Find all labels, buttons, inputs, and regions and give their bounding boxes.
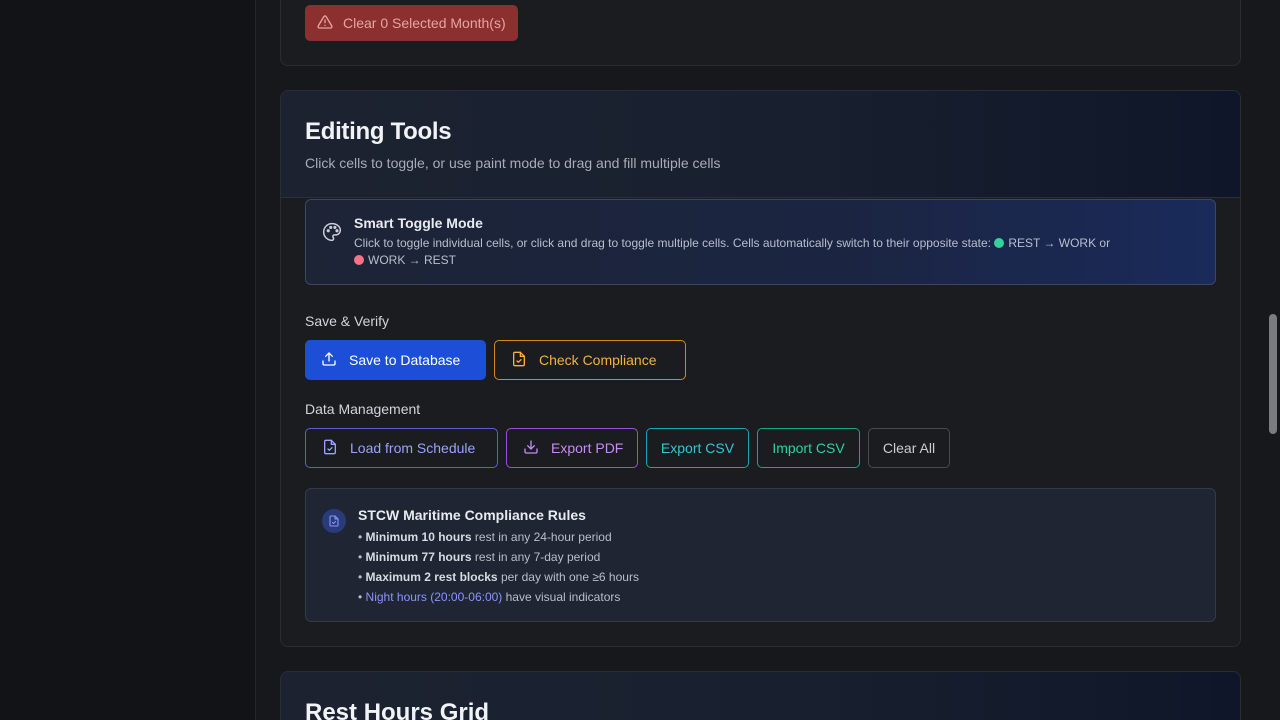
clear-all-button[interactable]: Clear All [868,428,950,468]
rest-dot-icon [994,238,1005,248]
scrollbar-thumb[interactable] [1269,314,1277,434]
sidebar [0,0,256,720]
download-icon [523,439,539,458]
compliance-rules-box: STCW Maritime Compliance Rules • Minimum… [305,488,1216,622]
smart-toggle-intro: Click to toggle individual cells, or cli… [354,236,991,250]
editing-tools-card: Editing Tools Click cells to toggle, or … [280,90,1241,647]
rule-item: • Night hours (20:00-06:00) have visual … [358,590,621,604]
document-check-icon [511,351,527,370]
smart-toggle-info: Smart Toggle Mode Click to toggle indivi… [305,199,1216,285]
load-from-schedule-label: Load from Schedule [350,440,476,456]
check-compliance-button[interactable]: Check Compliance [494,340,686,380]
check-compliance-label: Check Compliance [539,352,657,368]
rest-hours-grid-title: Rest Hours Grid [305,699,490,720]
rest-to-work-text: REST → WORK or [1008,236,1111,250]
rule-item: • Minimum 77 hours rest in any 7-day per… [358,550,601,564]
save-to-database-label: Save to Database [349,352,461,368]
import-csv-button[interactable]: Import CSV [757,428,860,468]
rule-item: • Maximum 2 rest blocks per day with one… [358,570,639,584]
save-verify-label: Save & Verify [305,313,390,329]
rule-item: • Minimum 10 hours rest in any 24-hour p… [358,530,612,544]
rest-hours-grid-card: Rest Hours Grid [280,671,1241,720]
rest-hours-grid-header: Rest Hours Grid [281,672,1240,720]
export-csv-button[interactable]: Export CSV [646,428,749,468]
smart-toggle-description: Click to toggle individual cells, or cli… [354,235,1184,269]
clear-selected-months-button[interactable]: Clear 0 Selected Month(s) [305,5,518,41]
load-from-schedule-button[interactable]: Load from Schedule [305,428,498,468]
compliance-rules-title: STCW Maritime Compliance Rules [358,507,586,523]
page-scrollbar[interactable] [1266,0,1280,720]
smart-toggle-title: Smart Toggle Mode [354,215,483,231]
work-dot-icon [354,255,364,265]
work-to-rest-text: WORK → REST [368,253,457,267]
warning-icon [317,14,333,33]
clear-selected-months-label: Clear 0 Selected Month(s) [343,15,506,31]
editing-tools-header: Editing Tools Click cells to toggle, or … [281,91,1240,198]
editing-tools-title: Editing Tools [305,118,452,145]
upload-icon [321,351,337,370]
export-pdf-button[interactable]: Export PDF [506,428,638,468]
save-to-database-button[interactable]: Save to Database [305,340,486,380]
compliance-rules-list: • Minimum 10 hours rest in any 24-hour p… [358,529,639,609]
document-check-icon [322,509,346,533]
palette-icon [322,222,342,242]
document-check-icon [322,439,338,458]
data-management-label: Data Management [305,401,421,417]
editing-tools-subtitle: Click cells to toggle, or use paint mode… [305,155,721,171]
export-pdf-label: Export PDF [551,440,624,456]
